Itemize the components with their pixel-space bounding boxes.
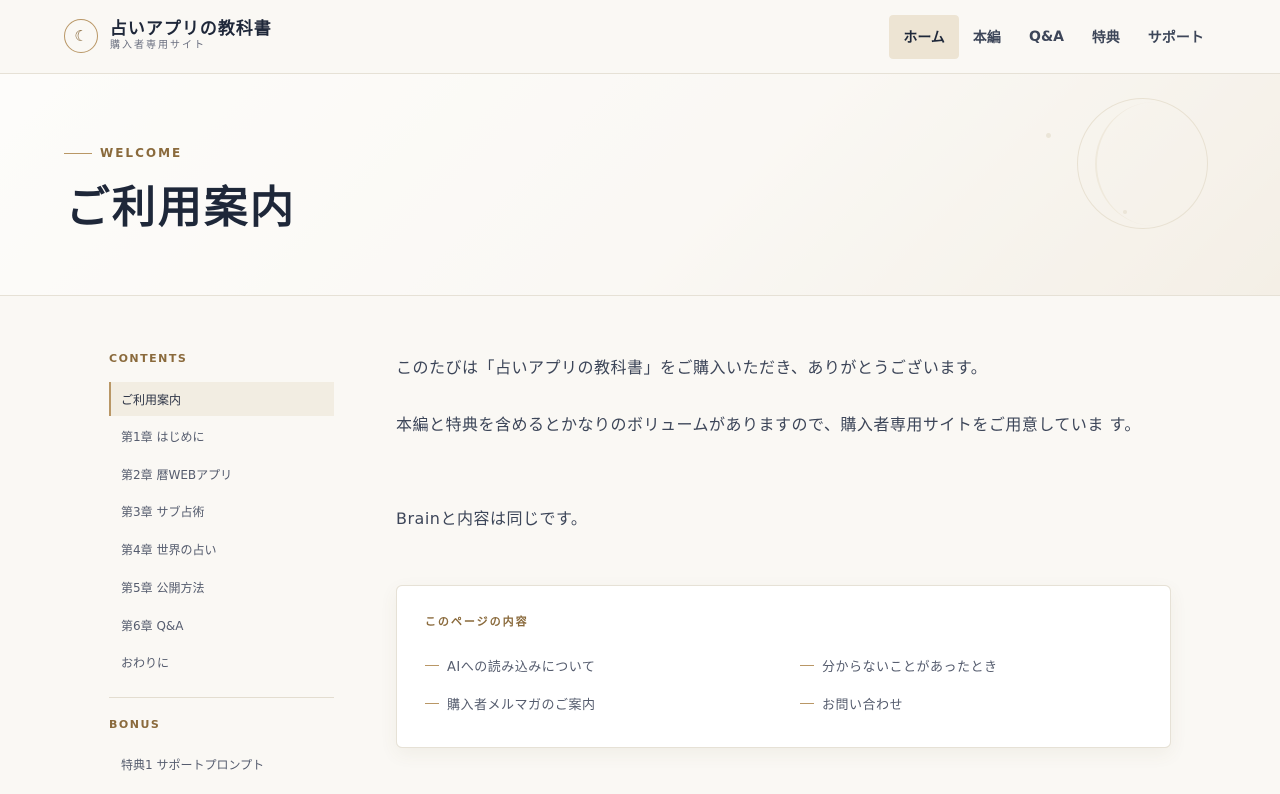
intro-paragraph-brain: Brainと内容は同じです。 — [396, 509, 588, 528]
toc-link-label: 購入者メルマガのご案内 — [447, 698, 596, 713]
nav-support[interactable]: サポート — [1134, 15, 1218, 59]
sidebar-item-bonus1[interactable]: 特典1 サポートプロンプト — [109, 747, 334, 781]
page-title: ご利用案内 — [66, 182, 296, 233]
intro-paragraph-volume: 本編と特典を含めるとかなりのボリュームがありますので、購入者専用サイトをご用意し… — [396, 415, 1141, 434]
nav-main-content[interactable]: 本編 — [959, 15, 1015, 59]
toc-link-newsletter[interactable]: 購入者メルマガのご案内 — [425, 694, 596, 713]
sidebar-item-ending[interactable]: おわりに — [109, 645, 334, 679]
crescent-decoration-icon — [1095, 102, 1213, 226]
site-subtitle: 購入者専用サイト — [110, 40, 206, 51]
sidebar-item-chapter3[interactable]: 第3章 サブ占術 — [109, 494, 334, 528]
sidebar-item-chapter2[interactable]: 第2章 暦WEBアプリ — [109, 457, 334, 491]
dash-icon — [800, 665, 814, 666]
page-toc-card: このページの内容 AIへの読み込みについて 分からないことがあったとき 購入者メ… — [396, 585, 1171, 748]
toc-link-label: お問い合わせ — [822, 698, 904, 713]
nav-bonus[interactable]: 特典 — [1078, 15, 1134, 59]
toc-link-label: AIへの読み込みについて — [447, 660, 596, 675]
moon-icon: ☾ — [64, 19, 98, 53]
toc-link-contact[interactable]: お問い合わせ — [800, 694, 903, 713]
sidebar-bonus-heading: BONUS — [109, 718, 161, 731]
nav-home[interactable]: ホーム — [889, 15, 960, 59]
sidebar-contents-heading: CONTENTS — [109, 352, 188, 365]
site-title: 占いアプリの教科書 — [110, 19, 272, 39]
intro-paragraph-thanks: このたびは「占いアプリの教科書」をご購入いただき、ありがとうございます。 — [396, 358, 988, 377]
hero-eyebrow: WELCOME — [64, 146, 182, 160]
star-dot-icon — [1123, 210, 1127, 214]
star-dot-icon — [1046, 133, 1051, 138]
sidebar-item-chapter4[interactable]: 第4章 世界の占い — [109, 532, 334, 566]
main-nav: ホーム 本編 Q&A 特典 サポート — [889, 15, 1218, 59]
site-header: ☾ 占いアプリの教科書 購入者専用サイト ホーム 本編 Q&A 特典 サポート — [0, 0, 1280, 74]
eyebrow-line — [64, 152, 92, 154]
dash-icon — [425, 703, 439, 704]
eyebrow-text: WELCOME — [100, 146, 183, 160]
dash-icon — [425, 665, 439, 666]
toc-link-questions[interactable]: 分からないことがあったとき — [800, 656, 998, 675]
toc-title: このページの内容 — [425, 615, 529, 628]
toc-link-ai-loading[interactable]: AIへの読み込みについて — [425, 656, 595, 675]
nav-qa[interactable]: Q&A — [1015, 15, 1078, 59]
sidebar-item-chapter1[interactable]: 第1章 はじめに — [109, 419, 334, 453]
sidebar-item-chapter6[interactable]: 第6章 Q&A — [109, 608, 334, 642]
sidebar-item-guide[interactable]: ご利用案内 — [109, 382, 334, 416]
dash-icon — [800, 703, 814, 704]
sidebar-divider — [109, 697, 334, 698]
sidebar-item-chapter5[interactable]: 第5章 公開方法 — [109, 570, 334, 604]
hero-section: WELCOME ご利用案内 — [0, 74, 1280, 296]
toc-link-label: 分からないことがあったとき — [822, 660, 998, 675]
site-logo[interactable]: ☾ 占いアプリの教科書 購入者専用サイト — [64, 19, 272, 53]
